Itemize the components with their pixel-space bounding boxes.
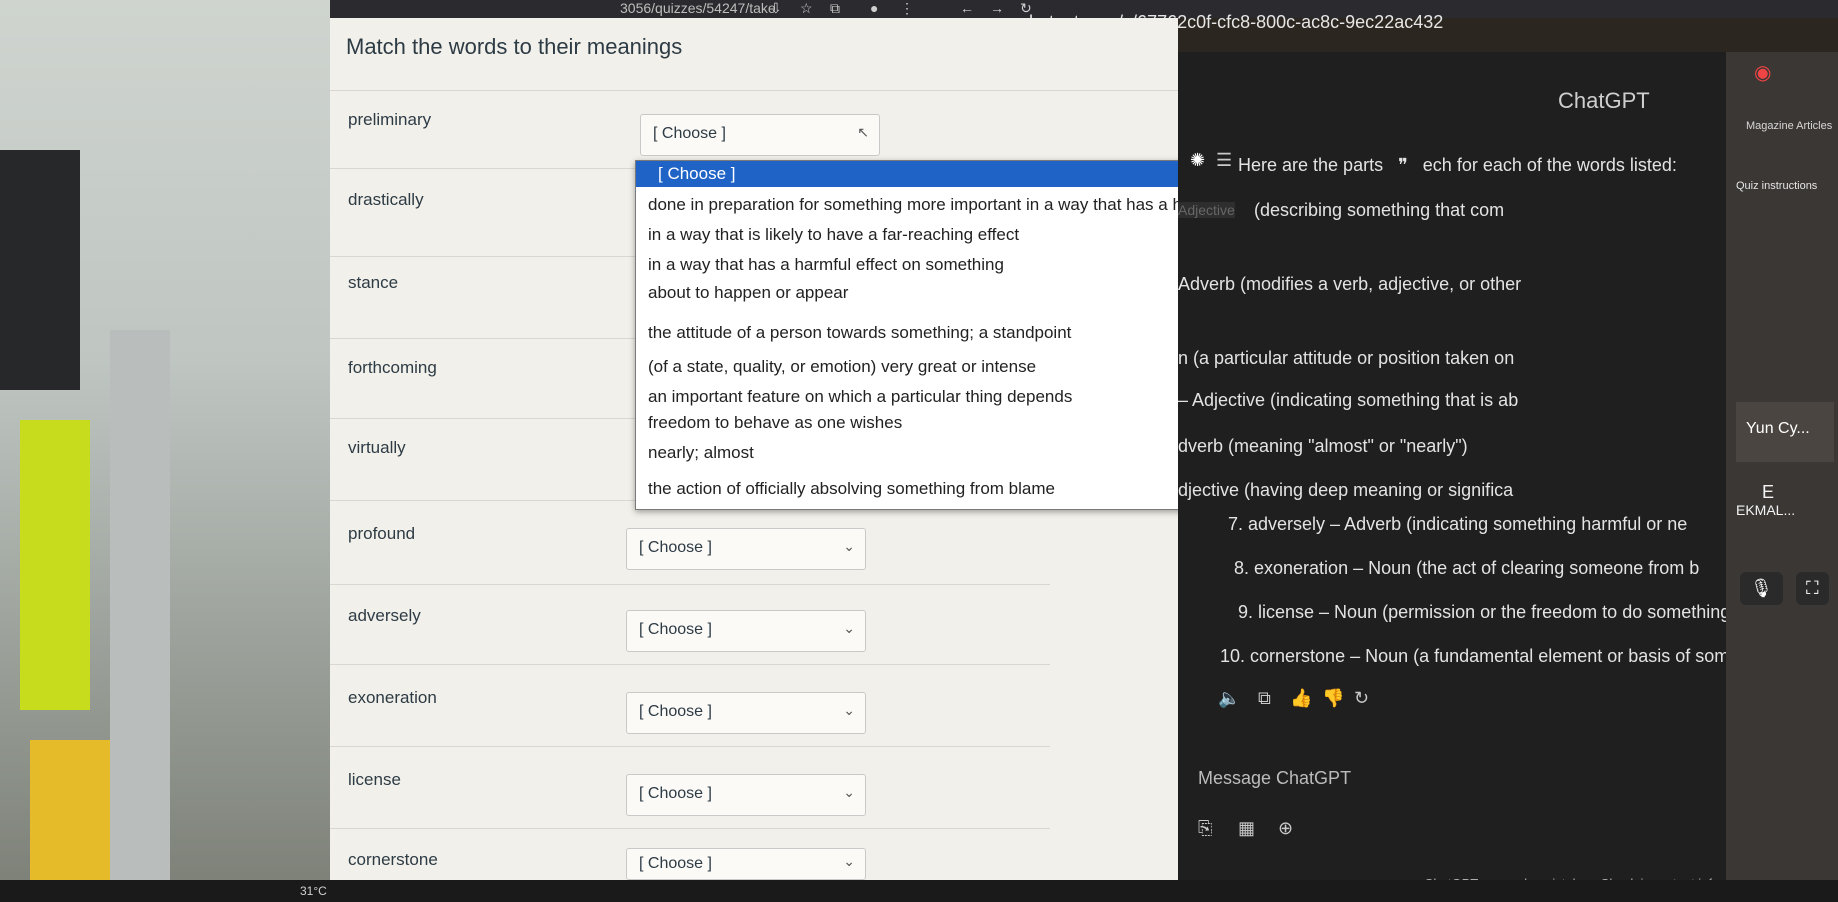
chevron-down-icon: ⌄ [843,853,855,869]
taskbar: 31°C [0,880,1838,902]
participant-initial: E [1762,482,1775,502]
record-icon[interactable]: ◉ [1754,60,1771,85]
select-exoneration-value: [ Choose ] [639,703,712,720]
quiz-instructions: Quiz instructions [1736,180,1818,192]
select-preliminary-value: [ Choose ] [653,125,726,142]
chat-intro-start: Here are the parts [1238,155,1384,175]
yellow-folder [30,740,110,880]
thumbs-up-icon[interactable]: 👍 [1290,688,1312,709]
green-folder [20,420,90,710]
quiz-divider [330,90,1178,91]
chat-line-1: (describing something that com [1254,200,1505,220]
install-icon[interactable]: ⇩ [770,0,782,17]
quiz-title: Match the words to their meanings [346,34,683,59]
chevron-down-icon: ⌄ [843,702,855,718]
white-binder [110,330,170,880]
chatgpt-title[interactable]: ChatGPT [1558,88,1650,114]
row-divider [330,828,1050,829]
chat-line-6: djective (having deep meaning or signifi… [1178,480,1514,500]
video-tile-yun: Yun Cy... [1736,402,1834,462]
temperature: 31°C [300,884,327,898]
select-cornerstone-value: [ Choose ] [639,855,712,872]
chatgpt-panel: ChatGPT ☰ ✺ Here are the parts ❞ ech for… [1178,52,1784,902]
chat-line-7: 7. adversely – Adverb (indicating someth… [1228,514,1688,534]
star-icon[interactable]: ☆ [800,0,813,17]
chevron-down-icon: ⌄ [843,538,855,554]
right-sidebar: ◉ Magazine Articles Quiz instructions Yu… [1726,52,1838,902]
dropdown-option[interactable]: (of a state, quality, or emotion) very g… [648,357,1036,377]
dropdown-option[interactable]: in a way that has a harmful effect on so… [648,255,1004,275]
select-license[interactable]: [ Choose ] ⌄ [626,774,866,816]
more-icon[interactable]: ⋮ [900,0,914,17]
participant-name: Yun Cy... [1746,420,1810,437]
message-input[interactable]: Message ChatGPT [1198,768,1351,789]
forward-icon[interactable]: → [990,0,1004,16]
word-virtually: virtually [348,438,406,457]
tools-icon[interactable]: ▦ [1238,818,1255,839]
chat-line-3: n (a particular attitude or position tak… [1178,348,1515,368]
dropdown-option[interactable]: in a way that is likely to have a far-re… [648,225,1019,245]
chat-intro-end: ech for each of the words listed: [1422,155,1677,175]
speaker-icon[interactable]: 🔈 [1218,688,1240,709]
word-license: license [348,770,401,789]
photo-background [0,0,330,902]
row-divider [330,746,1050,747]
word-profound: profound [348,524,416,543]
chat-line-9: 9. license – Noun (permission or the fre… [1238,602,1737,622]
word-stance: stance [348,273,399,292]
sidebar-icon[interactable]: ☰ [1216,150,1232,171]
select-adversely[interactable]: [ Choose ] ⌄ [626,610,866,652]
word-adversely: adversely [348,606,421,625]
chat-adj-hint: Adjective [1178,202,1235,218]
globe-icon[interactable]: ⊕ [1278,818,1293,839]
chevron-down-icon: ⌄ [843,784,855,800]
dropdown-option[interactable]: about to happen or appear [648,283,848,303]
dropdown-option[interactable]: an important feature on which a particul… [648,387,1072,407]
chat-line-8: 8. exoneration – Noun (the act of cleari… [1234,558,1700,578]
camera-off-icon[interactable]: ⛶ [1796,572,1829,605]
chevron-down-icon: ⌄ [843,620,855,636]
select-exoneration[interactable]: [ Choose ] ⌄ [626,692,866,734]
chat-line-10: 10. cornerstone – Noun (a fundamental el… [1220,646,1785,666]
select-profound[interactable]: [ Choose ] ⌄ [626,528,866,570]
regenerate-icon[interactable]: ↻ [1354,688,1369,709]
left-url-fragment[interactable]: 3056/quizzes/54247/take [620,0,776,16]
magazine-articles-link[interactable]: Magazine Articles [1746,120,1832,132]
copy-icon[interactable]: ⧉ [1258,688,1271,709]
row-divider [330,664,1050,665]
thumbs-down-icon[interactable]: 👎 [1322,688,1344,709]
chat-line-2: Adverb (modifies a verb, adjective, or o… [1178,274,1522,294]
dropdown-option[interactable]: the action of officially absolving somet… [648,479,1055,499]
row-divider [330,584,1050,585]
word-exoneration: exoneration [348,688,437,707]
dark-object [0,150,80,390]
attach-icon[interactable]: ⎘ [1198,818,1212,839]
select-adversely-value: [ Choose ] [639,621,712,638]
profile-icon[interactable]: ● [870,0,878,16]
cursor-icon: ↖ [857,124,869,140]
word-drastically: drastically [348,190,424,209]
word-preliminary: preliminary [348,110,432,129]
participant-name: EKMAL... [1736,502,1796,518]
mic-off-icon[interactable]: 🎙 [1740,572,1783,605]
word-forthcoming: forthcoming [348,358,437,377]
chatgpt-logo-icon: ✺ [1190,150,1206,170]
chat-line-4: – Adjective (indicating something that i… [1178,390,1519,410]
word-cornerstone: cornerstone [348,850,438,869]
dropdown-option[interactable]: nearly; almost [648,443,754,463]
extensions-icon[interactable]: ⧉ [830,0,840,17]
select-license-value: [ Choose ] [639,785,712,802]
back-icon[interactable]: ← [960,0,974,16]
dropdown-option[interactable]: freedom to behave as one wishes [648,413,902,433]
select-preliminary[interactable]: [ Choose ] ↖ [640,114,880,156]
select-cornerstone[interactable]: [ Choose ] ⌄ [626,848,866,880]
select-profound-value: [ Choose ] [639,539,712,556]
chat-intro: Here are the parts ❞ ech for each of the… [1238,155,1677,176]
chat-line-5: dverb (meaning "almost" or "nearly") [1178,436,1468,456]
quote-icon[interactable]: ❞ [1398,155,1408,175]
dropdown-option[interactable]: the attitude of a person towards somethi… [648,323,1071,343]
